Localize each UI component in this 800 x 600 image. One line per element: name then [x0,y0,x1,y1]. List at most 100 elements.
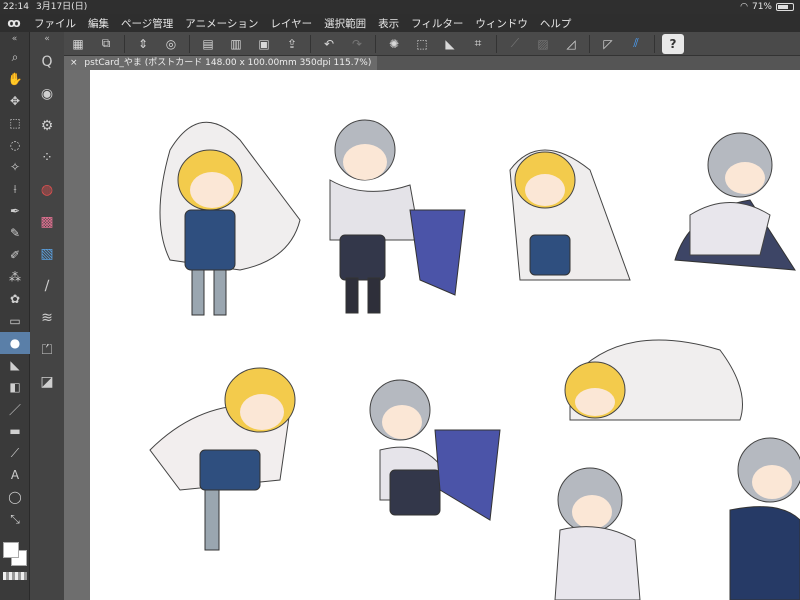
layer-icon[interactable]: ◪ [30,366,64,398]
spiral-icon[interactable]: ◎ [160,34,182,54]
canvas-area[interactable] [64,70,800,600]
sub-tool-collapse-button[interactable]: « [30,32,64,46]
gradient-icon[interactable]: ◧ [0,376,30,398]
document-tab[interactable]: × pstCard_やま (ポストカード 148.00 x 100.00mm 3… [64,56,378,70]
airbrush-icon[interactable]: ⁂ [0,266,30,288]
menu-bar: ꝏ ファイル 編集 ページ管理 アニメーション レイヤー 選択範囲 表示 フィルター ウィンドウ… [0,14,800,32]
tool-palette-collapse-button[interactable]: « [0,32,29,46]
save-icon[interactable]: ▤ [197,34,219,54]
toolbar-separator [310,34,311,53]
character-6 [369,379,501,521]
drops-icon[interactable]: ⁘ [30,142,64,174]
menu-4[interactable]: レイヤー [264,16,318,31]
water-drop-icon[interactable]: ◉ [30,78,64,110]
text-icon[interactable]: A [0,464,30,486]
blue-ruler-icon[interactable]: ⫽ [625,34,647,54]
character-1 [159,121,301,316]
perspective-icon[interactable]: ◸ [597,34,619,54]
wifi-icon: ◠ [740,2,748,12]
eyedropper-icon[interactable]: ⟊ [0,178,30,200]
special-ruler-icon[interactable]: ◿ [560,34,582,54]
toolbar-separator [189,34,190,53]
decoration-icon[interactable]: ✿ [0,288,30,310]
menu-1[interactable]: 編集 [82,16,115,31]
menu-0[interactable]: ファイル [28,16,82,31]
battery-icon [776,3,794,11]
toolbar-separator [654,34,655,53]
redo-icon[interactable]: ↷ [346,34,368,54]
crop-icon[interactable]: ⌗ [467,34,489,54]
new-icon[interactable]: ▣ [253,34,275,54]
command-bar: ▦ ⧉ ⇕ ◎ ▤ ▥ ▣ ⇪ ↶ ↷ ✺ ⬚ ◣ ⌗ ⟋ ▨ ◿ ◸ ⫽? [64,32,800,56]
layer-arrange-icon[interactable]: ⧉ [95,34,117,54]
menu-9[interactable]: ヘルプ [534,16,578,31]
line-correction-icon[interactable]: ⤡ [0,508,30,530]
menu-5[interactable]: 選択範囲 [318,16,372,31]
status-date: 3月17日(日) [36,2,88,12]
character-4 [674,132,796,271]
magnifier-icon[interactable]: ⌕ [0,46,30,68]
grid-icon[interactable]: ▦ [67,34,89,54]
transparent-color-swatch[interactable] [3,572,27,580]
color-wheel-icon[interactable]: ◍ [30,174,64,206]
clapper-icon[interactable]: ⏍ [30,334,64,366]
color-set-icon[interactable]: ▧ [30,238,64,270]
pencil-icon[interactable]: ✎ [0,222,30,244]
menu-8[interactable]: ウィンドウ [469,16,534,31]
character-3 [509,149,631,281]
character-5 [149,367,296,551]
brush-size-icon[interactable]: ∕ [30,270,64,302]
transform-icon[interactable]: ⬚ [411,34,433,54]
ios-status-bar: 22:14 3月17日(日) ◠ 71% [0,0,800,14]
ruler-icon[interactable]: ⟋ [0,442,30,464]
menu-6[interactable]: 表示 [372,16,405,31]
figure-icon[interactable]: ／ [0,398,30,420]
status-time: 22:14 [3,2,29,12]
spinner-icon[interactable]: ⇕ [132,34,154,54]
share-icon[interactable]: ⇪ [281,34,303,54]
help-icon[interactable]: ? [662,33,684,54]
selection-icon[interactable]: ⬚ [0,112,30,134]
gear-drop-icon[interactable]: ⚙ [30,110,64,142]
character-8 [554,467,641,600]
canvas-paper[interactable] [90,70,800,600]
fill-icon[interactable]: ◣ [0,354,30,376]
document-tab-bar: × pstCard_やま (ポストカード 148.00 x 100.00mm 3… [64,56,800,70]
blend-icon[interactable]: ● [0,332,30,354]
hand-icon[interactable]: ✋ [0,68,30,90]
menu-7[interactable]: フィルター [405,16,469,31]
menu-items: ファイル 編集 ページ管理 アニメーション レイヤー 選択範囲 表示 フィルター ウィンドウ ヘル… [28,16,577,31]
tool-list: ⌕ ✋ ✥ ⬚ ◌ ✧ ⟊ ✒ ✎ ✐ ⁂ ✿ ▭ ● ◣ ◧ ／ ▬ ⟋ A ◯ ⤡ [0,46,30,530]
illustration [149,119,800,600]
balloon-icon[interactable]: ◯ [0,486,30,508]
menu-2[interactable]: ページ管理 [115,16,179,31]
color-slider-icon[interactable]: ▩ [30,206,64,238]
fill-icon[interactable]: ◣ [439,34,461,54]
move-icon[interactable]: ✥ [0,90,30,112]
document-tab-title: pstCard_やま (ポストカード 148.00 x 100.00mm 350… [84,58,372,68]
sparkle-icon[interactable]: ✺ [383,34,405,54]
layer-property-icon[interactable]: ≋ [30,302,64,334]
tool-palette: « ⌕ ✋ ✥ ⬚ ◌ ✧ ⟊ ✒ ✎ ✐ ⁂ ✿ ▭ ● ◣ ◧ ／ ▬ ⟋ A ◯ ⤡ [0,32,30,600]
toolbar-separator [124,34,125,53]
battery-fill [778,5,788,9]
zoom-in-icon[interactable]: Q [30,46,64,78]
character-2 [329,119,466,314]
app-logo-icon[interactable]: ꝏ [0,14,28,32]
frame-icon[interactable]: ▬ [0,420,30,442]
brush-icon[interactable]: ✐ [0,244,30,266]
auto-select-icon[interactable]: ✧ [0,156,30,178]
undo-icon[interactable]: ↶ [318,34,340,54]
menu-3[interactable]: アニメーション [179,16,264,31]
open-icon[interactable]: ▥ [225,34,247,54]
foreground-color-swatch[interactable] [3,542,19,558]
lasso-icon[interactable]: ◌ [0,134,30,156]
snap-icon[interactable]: ▨ [532,34,554,54]
ruler-icon[interactable]: ⟋ [504,34,526,54]
sub-tool-list: Q ◉ ⚙ ⁘ ◍ ▩ ▧ ∕ ≋ ⏍ ◪ [30,46,64,398]
pen-icon[interactable]: ✒ [0,200,30,222]
color-swatch[interactable] [3,542,27,568]
close-tab-icon[interactable]: × [70,58,78,68]
eraser-icon[interactable]: ▭ [0,310,30,332]
toolbar-separator [589,34,590,53]
